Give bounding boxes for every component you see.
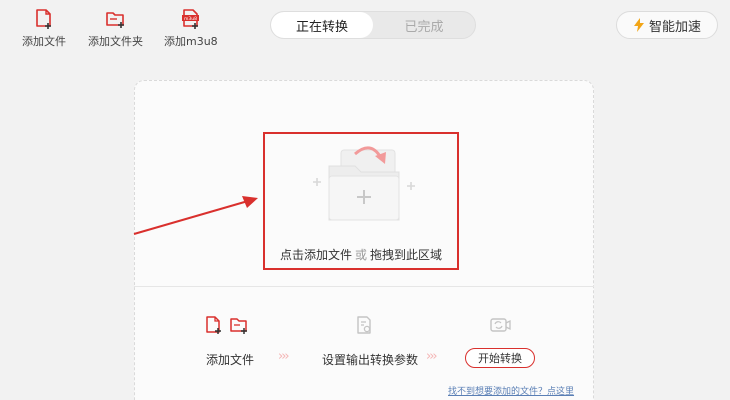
step-add-file-icons xyxy=(203,315,249,335)
help-link[interactable]: 找不到想要添加的文件？点这里 xyxy=(448,384,574,397)
settings-document-icon xyxy=(357,316,371,334)
tab-completed[interactable]: 已完成 xyxy=(373,12,475,38)
add-file-label: 添加文件 xyxy=(22,35,66,48)
convert-icon xyxy=(490,318,511,332)
m3u8-file-icon: m3u8 xyxy=(181,9,199,29)
step-arrow-1-icon: ››› xyxy=(278,349,290,364)
drop-hint-or: 或 xyxy=(354,248,367,262)
add-folder-button[interactable]: 添加文件夹 xyxy=(88,8,143,49)
file-add-icon xyxy=(206,316,221,334)
step-set-params-label: 设置输出转换参数 xyxy=(322,353,419,367)
smart-accelerate-button[interactable]: 智能加速 xyxy=(616,11,718,39)
lightning-icon xyxy=(633,18,644,32)
add-m3u8-label: 添加m3u8 xyxy=(164,35,218,48)
annotation-arrow-icon xyxy=(133,196,258,235)
smart-accelerate-label: 智能加速 xyxy=(648,19,701,35)
add-file-icon xyxy=(36,9,51,29)
add-file-button[interactable]: 添加文件 xyxy=(22,8,66,49)
folder-add-small-icon xyxy=(230,318,247,334)
drop-zone-hint: 点击添加文件或拖拽到此区域 xyxy=(265,246,457,263)
status-tabs: 正在转换 已完成 xyxy=(270,11,476,39)
start-convert-button[interactable]: 开始转换 xyxy=(465,348,535,368)
folder-add-icon xyxy=(313,146,415,221)
file-drop-zone[interactable]: 点击添加文件或拖拽到此区域 xyxy=(263,132,459,270)
add-m3u8-button[interactable]: m3u8 添加m3u8 xyxy=(164,8,218,49)
panel-divider xyxy=(134,286,594,287)
add-folder-icon xyxy=(105,12,124,28)
m3u8-badge-text: m3u8 xyxy=(184,16,197,22)
tab-converting[interactable]: 正在转换 xyxy=(271,12,373,38)
step-add-file-label: 添加文件 xyxy=(206,353,255,367)
add-folder-label: 添加文件夹 xyxy=(88,35,143,48)
drop-hint-drag: 拖拽到此区域 xyxy=(370,248,443,262)
step-arrow-2-icon: ››› xyxy=(426,349,438,364)
drop-hint-click: 点击添加文件 xyxy=(279,248,352,262)
